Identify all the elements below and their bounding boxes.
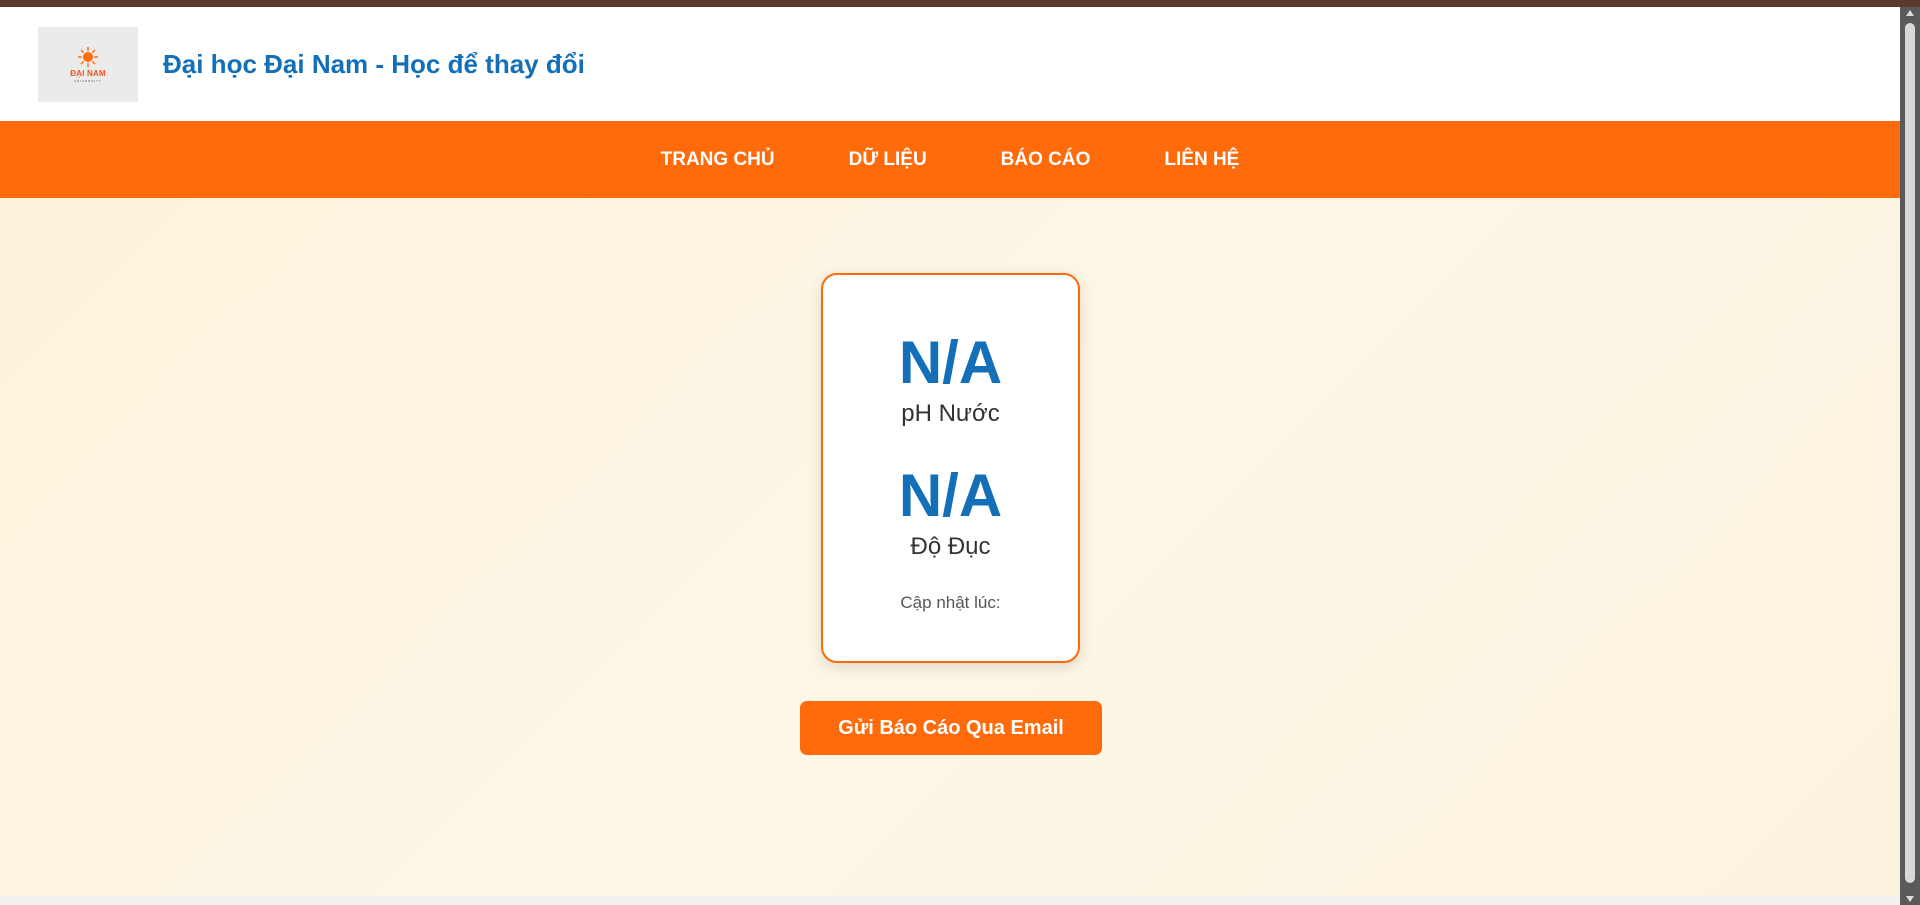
footer-strip — [0, 898, 1900, 905]
scroll-thumb[interactable] — [1905, 23, 1915, 883]
site-header: ĐẠI NAM UNIVERSITY Đại học Đại Nam - Học… — [0, 7, 1900, 121]
turbidity-value: N/A — [898, 462, 1003, 529]
page: ĐẠI NAM UNIVERSITY Đại học Đại Nam - Học… — [0, 7, 1900, 905]
logo-subtext: UNIVERSITY — [73, 78, 102, 83]
turbidity-label: Độ Đục — [910, 533, 991, 560]
main-content: N/A pH Nước N/A Độ Đục Cập nhật lúc: — [0, 198, 1900, 896]
sensor-card: N/A pH Nước N/A Độ Đục Cập nhật lúc: — [821, 273, 1080, 663]
university-logo[interactable]: ĐẠI NAM UNIVERSITY — [38, 26, 138, 102]
scroll-up-icon[interactable] — [1906, 10, 1914, 16]
ph-value: N/A — [898, 329, 1003, 396]
browser-top-strip — [0, 0, 1920, 7]
updated-at-label: Cập nhật lúc: — [900, 593, 1001, 612]
nav-item-home[interactable]: TRANG CHỦ — [661, 149, 775, 171]
scroll-down-icon[interactable] — [1906, 896, 1914, 902]
vertical-scrollbar[interactable] — [1900, 7, 1920, 905]
ph-label: pH Nước — [901, 400, 1000, 427]
site-title: Đại học Đại Nam - Học để thay đổi — [163, 48, 585, 79]
send-email-report-button[interactable]: Gửi Báo Cáo Qua Email — [800, 701, 1102, 755]
nav-item-contact[interactable]: LIÊN HỆ — [1164, 149, 1239, 171]
nav-item-reports[interactable]: BÁO CÁO — [1001, 149, 1091, 171]
logo-text: ĐẠI NAM — [70, 68, 106, 78]
nav-item-data[interactable]: DỮ LIỆU — [849, 149, 927, 171]
main-nav: TRANG CHỦ DỮ LIỆU BÁO CÁO LIÊN HỆ — [0, 121, 1900, 198]
sun-logo-icon — [78, 46, 98, 67]
